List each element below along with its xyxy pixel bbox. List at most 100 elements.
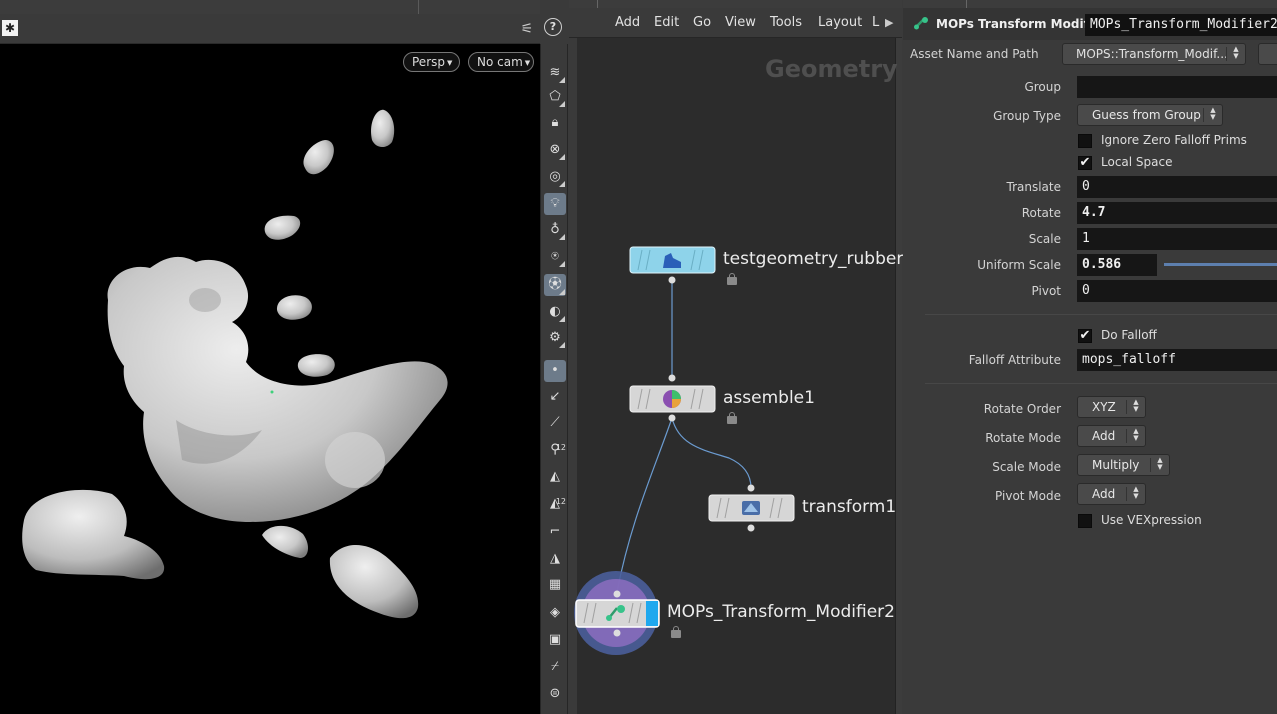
point-normal-icon[interactable]: ⟋ — [544, 412, 566, 434]
pivot-label: Pivot — [1031, 284, 1061, 298]
translate-label: Translate — [1006, 180, 1062, 194]
lock-icon — [727, 412, 737, 424]
scene-viewport[interactable]: ✱ ⚟ Persp ▼ No cam ▼ — [0, 0, 540, 714]
normal-display-icon[interactable]: ↙ — [544, 386, 566, 408]
node-assemble1[interactable] — [629, 374, 716, 422]
scale-mode-label: Scale Mode — [992, 460, 1061, 474]
rotate-order-value: XYZ — [1092, 400, 1116, 414]
uv-display-icon[interactable]: ▦ — [544, 574, 566, 596]
asset-label: Asset Name and Path — [910, 47, 1039, 61]
group-field[interactable] — [1077, 76, 1277, 98]
prim-display-icon[interactable]: ◭ — [544, 466, 566, 488]
rotate-label: Rotate — [1021, 206, 1061, 220]
falloff-attribute-label: Falloff Attribute — [968, 353, 1061, 367]
camera-menu-button[interactable]: No cam ▼ — [468, 52, 534, 72]
pivot-mode-value: Add — [1092, 487, 1116, 501]
mops-node-type-icon — [914, 17, 928, 30]
group-type-menu[interactable]: Guess from Group — [1077, 104, 1223, 126]
rotate-field[interactable]: 4.7 — [1077, 202, 1277, 224]
template-display-icon[interactable]: ⬠ — [544, 86, 566, 108]
render-preview-icon[interactable]: ⚽︎ — [544, 274, 566, 296]
do-falloff-label: Do Falloff — [1101, 328, 1157, 342]
pivot-mode-label: Pivot Mode — [995, 489, 1061, 503]
viewport-pivot-marker — [270, 390, 274, 394]
point-number-icon[interactable]: ⚲ 12 — [544, 439, 566, 461]
node-testgeometry[interactable] — [629, 246, 716, 284]
prim-number-icon[interactable]: ◭ 12 — [544, 493, 566, 515]
node-label-transform1: transform1 — [802, 497, 897, 517]
network-editor[interactable]: Add Edit Go View Tools Layout L ▶ Geomet… — [569, 0, 910, 714]
asset-path-menu[interactable]: MOPS::Transform_Modif... — [1062, 43, 1246, 65]
node-wires — [616, 280, 752, 593]
asset-path-value: MOPS::Transform_Modif... — [1076, 47, 1228, 61]
node-label-assemble1: assemble1 — [723, 388, 815, 408]
rotate-mode-value: Add — [1092, 429, 1116, 443]
backface-icon[interactable]: ◈ — [544, 602, 566, 624]
light-icon[interactable]: ♁ — [544, 219, 566, 241]
help-icon[interactable]: ? — [544, 18, 562, 36]
fragment-4 — [276, 295, 312, 320]
uniform-scale-label: Uniform Scale — [977, 258, 1061, 272]
node-label-mops: MOPs_Transform_Modifier2 — [667, 602, 895, 622]
camera-label: No cam — [477, 55, 523, 69]
updown-icon — [1209, 107, 1217, 121]
perspective-menu-button[interactable]: Persp ▼ — [403, 52, 460, 72]
viewport-top-strip — [0, 0, 540, 14]
rotate-order-menu[interactable]: XYZ — [1077, 396, 1146, 418]
use-vex-label: Use VEXpression — [1101, 513, 1202, 527]
headlight-icon[interactable]: 💡︎ — [544, 193, 566, 215]
local-space-checkbox[interactable]: ✔ — [1078, 156, 1092, 170]
ignore-zero-checkbox[interactable] — [1078, 134, 1092, 148]
use-vex-checkbox[interactable] — [1078, 514, 1092, 528]
asset-options-button[interactable] — [1258, 43, 1277, 65]
node-transform1[interactable] — [708, 484, 795, 532]
viewport-toolbar: ✱ ⚟ — [0, 14, 540, 44]
uniform-scale-field[interactable]: 0.586 — [1077, 254, 1157, 276]
shading-icon[interactable]: ◎ — [544, 166, 566, 188]
rotate-mode-label: Rotate Mode — [985, 431, 1061, 445]
visualizer-icon[interactable]: ◐ — [544, 301, 566, 323]
rubber-toy-geometry — [22, 256, 448, 580]
do-falloff-checkbox[interactable]: ✔ — [1078, 329, 1092, 343]
falloff-attribute-field[interactable]: mops_falloff — [1077, 349, 1277, 371]
handle-display-icon[interactable]: ⌿ — [544, 656, 566, 678]
uv-texture-icon[interactable]: ▣ — [544, 629, 566, 651]
profile-curve-icon[interactable]: ⌐ — [544, 521, 566, 543]
rotate-order-label: Rotate Order — [983, 402, 1061, 416]
parameter-top-strip — [903, 0, 1277, 8]
node-name-field[interactable]: MOPs_Transform_Modifier2 — [1085, 14, 1277, 36]
hull-display-icon[interactable]: ◮ — [544, 548, 566, 570]
node-type-label: MOPs Transform Modifier — [936, 17, 1107, 31]
group-type-label: Group Type — [993, 109, 1061, 123]
rotate-mode-menu[interactable]: Add — [1077, 425, 1146, 447]
wire-assemble-mops — [616, 417, 673, 593]
fragment-2 — [303, 140, 334, 175]
light-link-icon[interactable]: ⍟ — [544, 246, 566, 268]
pivot-field[interactable]: 0 — [1077, 280, 1277, 302]
chevron-down-icon: ▼ — [524, 59, 531, 67]
parameter-header: MOPs Transform Modifier MOPs_Transform_M… — [903, 8, 1277, 40]
display-all-icon[interactable]: ⊜ — [544, 683, 566, 705]
scale-field[interactable]: 1 — [1077, 228, 1277, 250]
ghost-display-icon[interactable]: ≋ — [544, 62, 566, 84]
group-type-value: Guess from Group — [1092, 108, 1201, 122]
viewport-options-icon[interactable]: ✱ — [2, 20, 18, 36]
scale-mode-menu[interactable]: Multiply — [1077, 454, 1170, 476]
viewport-canvas[interactable] — [0, 44, 540, 714]
lock-icon — [671, 626, 681, 638]
translate-field[interactable]: 0 — [1077, 176, 1277, 198]
xray-icon[interactable]: ⊗ — [544, 139, 566, 161]
uniform-scale-slider[interactable] — [1164, 263, 1277, 266]
display-options-icon[interactable]: ⚟ — [518, 20, 536, 38]
snapshot-icon[interactable]: ⚙ — [544, 327, 566, 349]
fragment-7 — [329, 545, 419, 619]
point-display-icon[interactable]: • — [544, 360, 566, 382]
updown-icon — [1156, 457, 1164, 471]
wire-assemble-transform — [671, 417, 752, 489]
fragment-1 — [371, 109, 395, 148]
perspective-label: Persp — [412, 55, 445, 69]
pivot-mode-menu[interactable]: Add — [1077, 483, 1146, 505]
lock-camera-icon[interactable]: 🔒︎ — [544, 112, 566, 134]
section-divider — [925, 314, 1277, 315]
lock-icon — [727, 273, 737, 285]
